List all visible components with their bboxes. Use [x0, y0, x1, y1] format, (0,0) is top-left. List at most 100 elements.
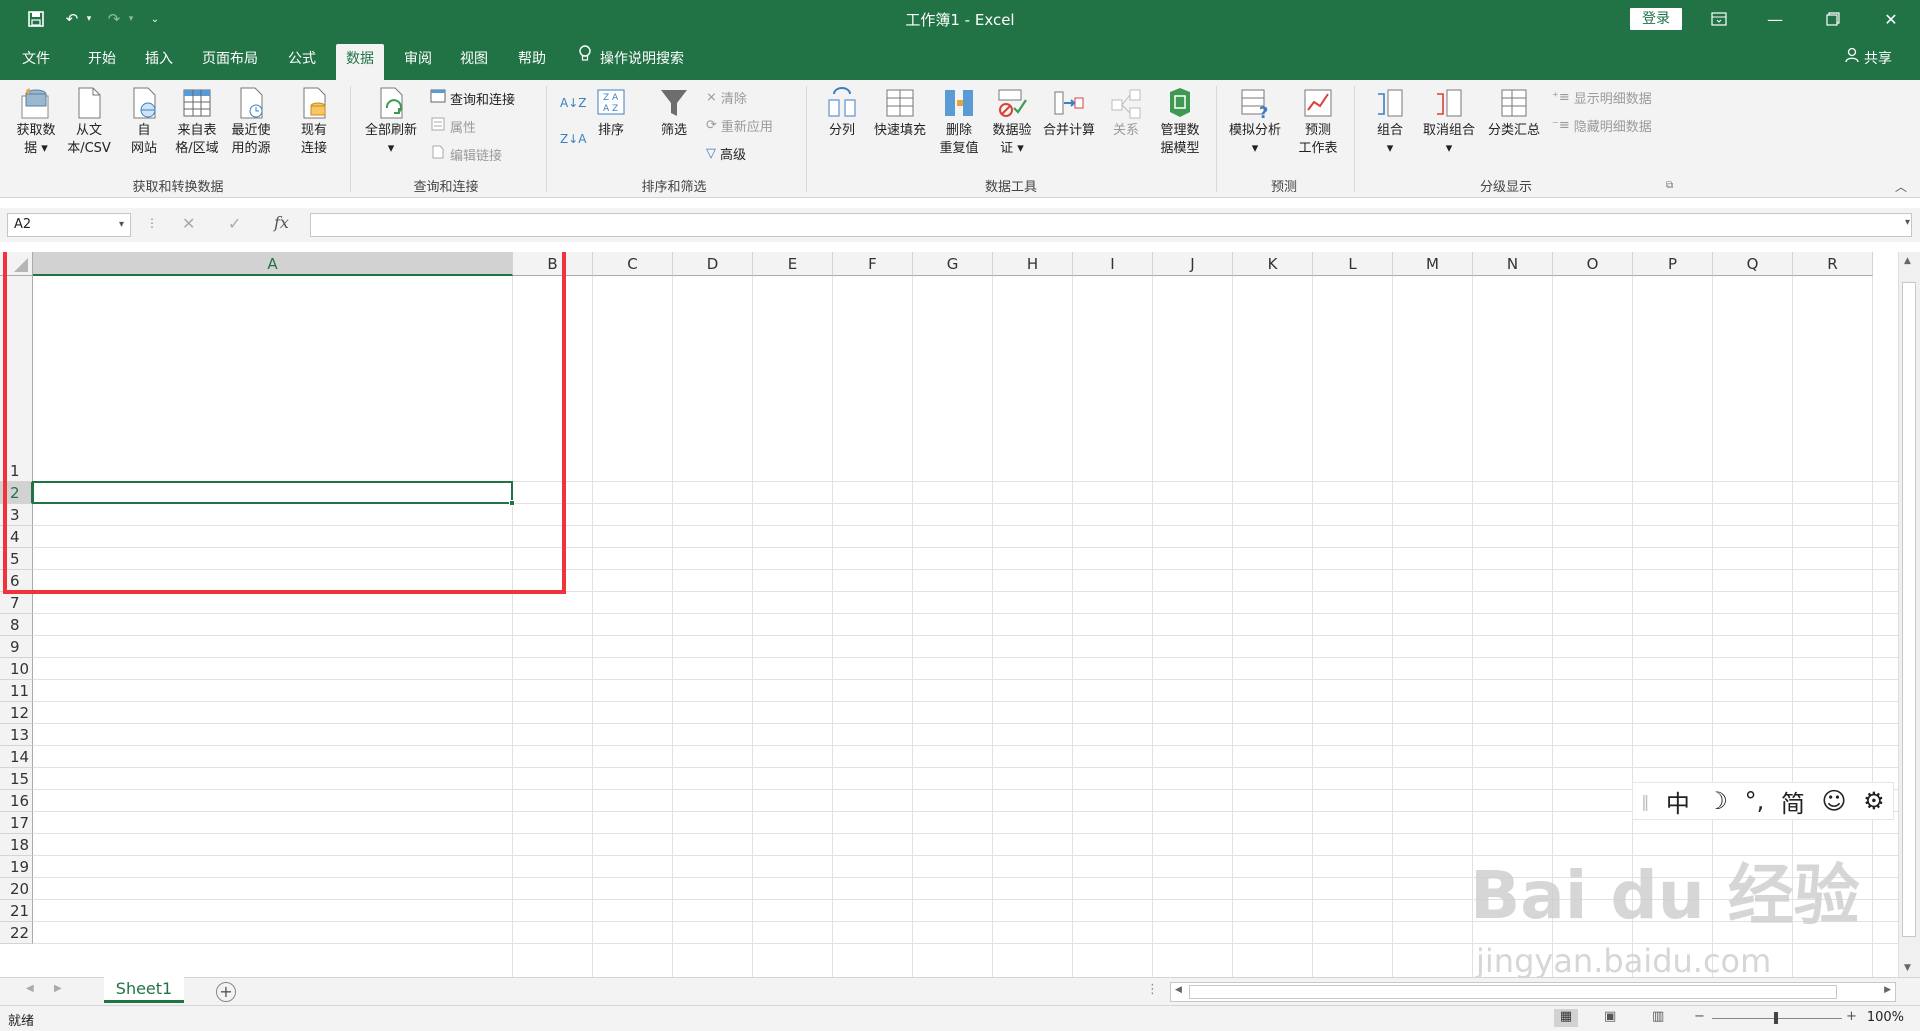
column-header[interactable]: L [1313, 252, 1393, 276]
row-header[interactable]: 18 [0, 834, 33, 856]
subtotal-button[interactable]: 分类汇总 [1482, 86, 1546, 140]
hide-detail-button[interactable]: ⁻≡ 隐藏明细数据 [1552, 116, 1652, 135]
page-layout-view-icon[interactable]: ▣ [1604, 1009, 1616, 1024]
column-header[interactable]: D [673, 252, 753, 276]
column-header[interactable]: R [1793, 252, 1873, 276]
next-sheet-icon[interactable]: ▶ [54, 983, 62, 994]
sheet-tab-sheet1[interactable]: Sheet1 [104, 977, 184, 1003]
row-header[interactable]: 8 [0, 614, 33, 636]
expand-formula-bar-icon[interactable]: ▾ [1905, 217, 1910, 228]
zoom-in-icon[interactable]: + [1846, 1009, 1857, 1024]
column-header[interactable]: C [593, 252, 673, 276]
zoom-out-icon[interactable]: − [1694, 1009, 1705, 1024]
tab-home[interactable]: 开始 [84, 44, 120, 80]
row-header[interactable]: 13 [0, 724, 33, 746]
minimize-icon[interactable]: — [1752, 0, 1798, 38]
flash-fill-button[interactable]: 快速填充 [868, 86, 932, 140]
scroll-up-icon[interactable]: ▲ [1904, 256, 1911, 266]
tab-file[interactable]: 文件 [18, 44, 54, 80]
horizontal-scrollbar[interactable]: ◀ ▶ [1170, 982, 1896, 1002]
ime-simplified-icon[interactable]: 简 [1781, 784, 1805, 819]
filter-button[interactable]: 筛选 [652, 86, 696, 140]
what-if-analysis-button[interactable]: ? 模拟分析 ▾ [1222, 86, 1288, 158]
row-header[interactable]: 11 [0, 680, 33, 702]
add-sheet-icon[interactable]: + [216, 982, 236, 1002]
scroll-down-icon[interactable]: ▼ [1904, 963, 1911, 973]
existing-connections-button[interactable]: 现有 连接 [290, 86, 338, 158]
tab-data[interactable]: 数据 [336, 44, 384, 80]
properties-button[interactable]: 属性 [430, 116, 476, 136]
row-header[interactable]: 19 [0, 856, 33, 878]
tab-review[interactable]: 审阅 [400, 44, 436, 80]
ime-punctuation-icon[interactable]: °, [1745, 787, 1765, 815]
scroll-left-icon[interactable]: ◀ [1175, 985, 1182, 995]
ime-drag-handle[interactable]: ‖ [1641, 792, 1649, 811]
row-header[interactable]: 9 [0, 636, 33, 658]
show-detail-button[interactable]: ⁺≡ 显示明细数据 [1552, 88, 1652, 107]
relationships-button[interactable]: 关系 [1104, 86, 1148, 140]
ungroup-button[interactable]: 取消组合 ▾ [1416, 86, 1482, 158]
column-header[interactable]: M [1393, 252, 1473, 276]
forecast-sheet-button[interactable]: 预测 工作表 [1292, 86, 1344, 158]
ime-emoji-icon[interactable]: ☺ [1822, 787, 1847, 815]
row-header[interactable]: 7 [0, 592, 33, 614]
consolidate-button[interactable]: 合并计算 [1038, 86, 1100, 140]
group-rows-button[interactable]: 组合 ▾ [1364, 86, 1416, 158]
column-header[interactable]: F [833, 252, 913, 276]
restore-icon[interactable] [1810, 0, 1856, 38]
ime-chinese-mode-icon[interactable]: 中 [1666, 784, 1690, 819]
login-button[interactable]: 登录 [1630, 8, 1682, 30]
remove-duplicates-button[interactable]: 删除 重复值 [934, 86, 984, 158]
cancel-entry-icon[interactable]: ✕ [182, 214, 195, 233]
sort-button[interactable]: Z AA Z 排序 [590, 86, 632, 140]
column-header[interactable]: E [753, 252, 833, 276]
text-to-columns-button[interactable]: 分列 [818, 86, 866, 140]
clear-filter-button[interactable]: ⨯ 清除 [706, 88, 747, 107]
column-header[interactable]: O [1553, 252, 1633, 276]
share-button[interactable]: 共享 [1844, 44, 1892, 74]
get-data-button[interactable]: 获取数 据 ▾ [10, 86, 62, 158]
prev-sheet-icon[interactable]: ◀ [26, 983, 34, 994]
manage-data-model-button[interactable]: 管理数 据模型 [1152, 86, 1208, 158]
insert-function-icon[interactable]: fx [274, 213, 289, 232]
ime-settings-icon[interactable]: ⚙ [1863, 787, 1885, 815]
page-break-view-icon[interactable]: ▥ [1652, 1009, 1664, 1024]
column-header[interactable]: K [1233, 252, 1313, 276]
sort-ascending-icon[interactable]: A↓Z [560, 96, 586, 110]
column-header[interactable]: J [1153, 252, 1233, 276]
queries-connections-button[interactable]: 查询和连接 [430, 88, 515, 108]
normal-view-icon[interactable]: ▦ [1554, 1009, 1578, 1027]
refresh-all-button[interactable]: 全部刷新 ▾ [358, 86, 424, 158]
horizontal-scroll-thumb[interactable] [1189, 985, 1837, 999]
collapse-ribbon-icon[interactable]: ︿ [1895, 178, 1907, 195]
advanced-filter-button[interactable]: ▽ 高级 [706, 144, 746, 163]
column-header[interactable]: G [913, 252, 993, 276]
name-box-dropdown-icon[interactable]: ▾ [119, 214, 124, 236]
worksheet-grid[interactable]: ABCDEFGHIJKLMNOPQR 1 2 3 4 5 6 7 8 9 10 11 12 13 14 15… [0, 252, 1920, 977]
reapply-button[interactable]: ⟳ 重新应用 [706, 116, 773, 135]
tab-insert[interactable]: 插入 [141, 44, 177, 80]
vertical-scrollbar[interactable]: ▲ ▼ [1898, 252, 1920, 977]
column-header[interactable]: Q [1713, 252, 1793, 276]
tell-me-search[interactable]: 操作说明搜索 [578, 44, 684, 74]
tab-page-layout[interactable]: 页面布局 [198, 44, 262, 80]
row-header[interactable]: 22 [0, 922, 33, 944]
scroll-right-icon[interactable]: ▶ [1884, 985, 1891, 995]
row-header[interactable]: 15 [0, 768, 33, 790]
row-header[interactable]: 14 [0, 746, 33, 768]
row-header[interactable]: 10 [0, 658, 33, 680]
row-header[interactable]: 17 [0, 812, 33, 834]
name-box[interactable]: A2 ▾ [7, 213, 131, 237]
from-web-button[interactable]: 自 网站 [124, 86, 164, 158]
tab-formulas[interactable]: 公式 [284, 44, 320, 80]
tab-help[interactable]: 帮助 [514, 44, 550, 80]
ime-moon-icon[interactable]: ☽ [1707, 787, 1729, 815]
edit-links-button[interactable]: 编辑链接 [430, 144, 502, 164]
recent-sources-button[interactable]: 最近使 用的源 [226, 86, 276, 158]
from-text-csv-button[interactable]: 从文 本/CSV [62, 86, 116, 158]
ribbon-display-options-icon[interactable] [1696, 0, 1742, 38]
formula-input[interactable] [310, 213, 1912, 237]
outline-dialog-launcher-icon[interactable]: ⧉ [1666, 180, 1673, 191]
sort-descending-icon[interactable]: Z↓A [560, 132, 586, 146]
vertical-scroll-thumb[interactable] [1902, 282, 1916, 937]
